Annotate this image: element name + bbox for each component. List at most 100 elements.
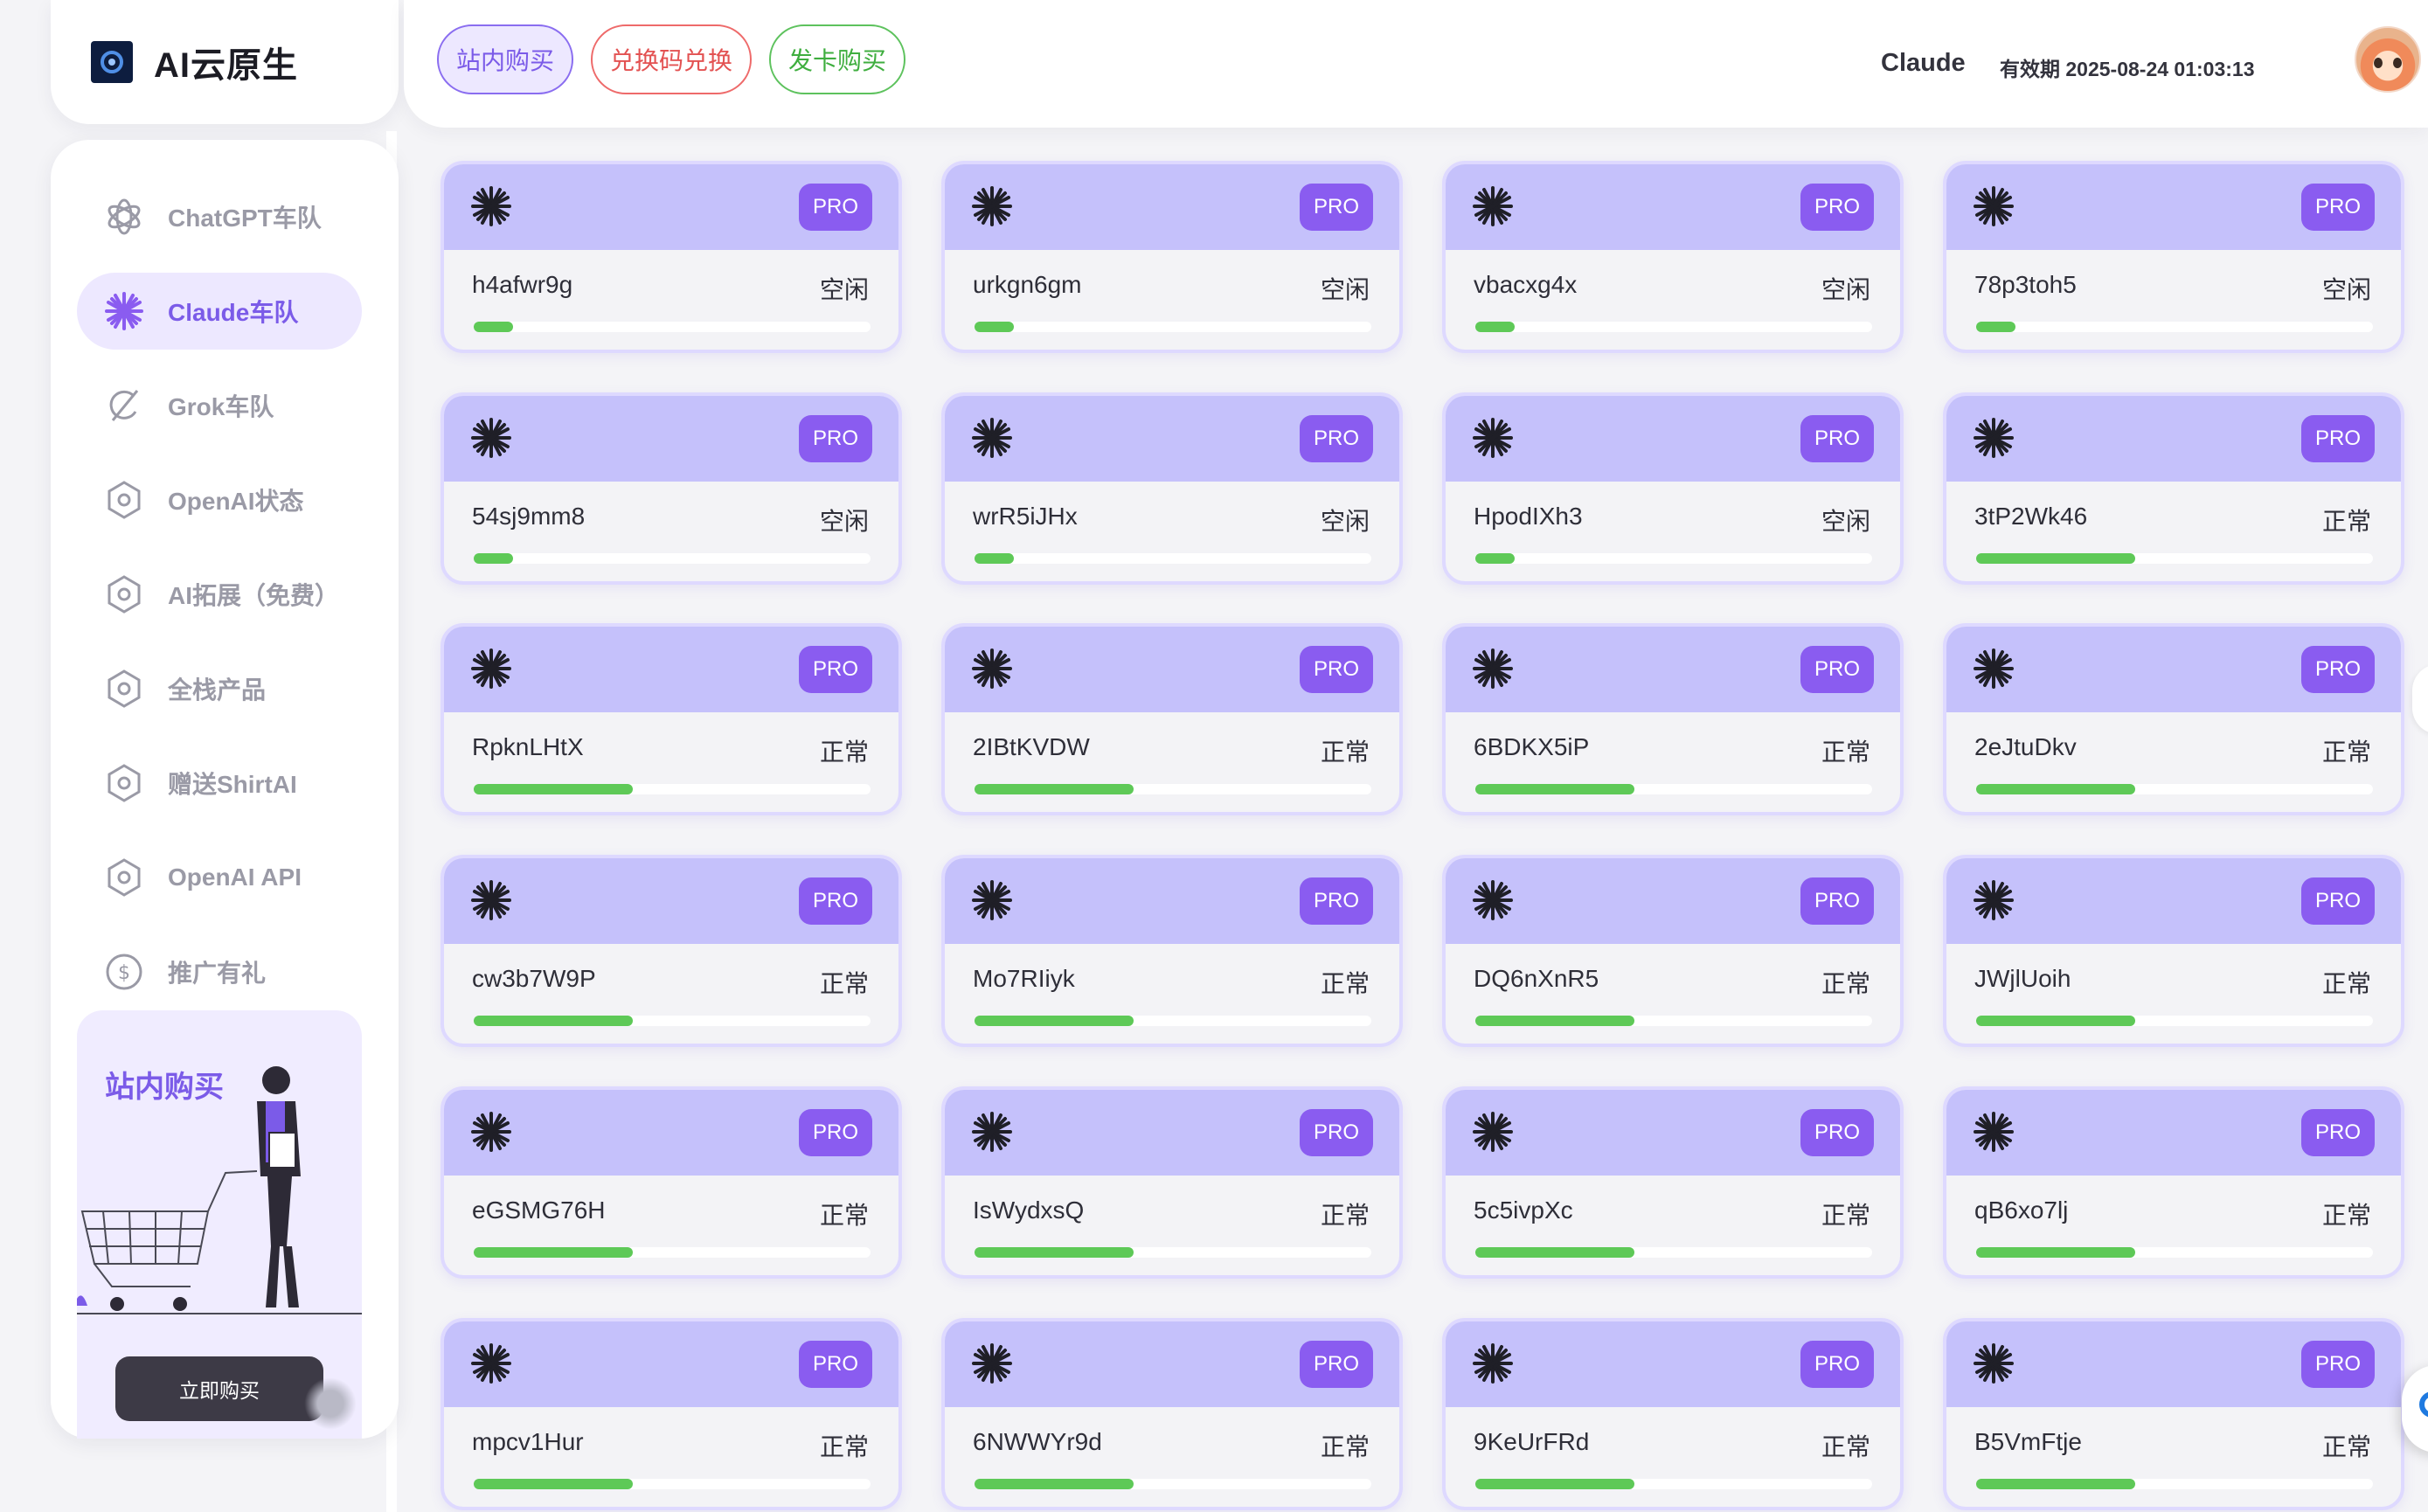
card-header: PRO bbox=[1446, 858, 1900, 944]
account-name: vbacxg4x bbox=[1474, 271, 1578, 298]
account-name: RpknLHtX bbox=[472, 733, 584, 760]
sidebar-item-chatgpt[interactable]: ChatGPT车队 bbox=[77, 178, 362, 255]
account-card[interactable]: PRO RpknLHtX 正常 bbox=[441, 623, 902, 815]
account-card[interactable]: PRO wrR5iJHx 空闲 bbox=[941, 392, 1403, 585]
account-card[interactable]: PRO 2eJtuDkv 正常 bbox=[1943, 623, 2404, 815]
sidebar-item-label: AI拓展（免费） bbox=[168, 582, 340, 609]
account-card[interactable]: PRO 78p3toh5 空闲 bbox=[1943, 161, 2404, 353]
account-card[interactable]: PRO 6NWWYr9d 正常 bbox=[941, 1318, 1403, 1510]
avatar-icon[interactable] bbox=[2355, 26, 2421, 93]
account-name: eGSMG76H bbox=[472, 1196, 606, 1224]
account-card[interactable]: PRO DQ6nXnR5 正常 bbox=[1442, 855, 1904, 1047]
floor-line bbox=[77, 1313, 362, 1314]
sidebar-item-referral[interactable]: $ 推广有礼 bbox=[77, 933, 362, 1010]
account-card[interactable]: PRO cw3b7W9P 正常 bbox=[441, 855, 902, 1047]
sidebar-item-label: Grok车队 bbox=[168, 393, 274, 420]
usage-progress-fill bbox=[474, 322, 514, 332]
account-name: h4afwr9g bbox=[472, 271, 573, 298]
usage-progress-fill bbox=[1976, 553, 2135, 564]
usage-progress-bar bbox=[1976, 1479, 2373, 1489]
claude-icon bbox=[471, 648, 511, 689]
pro-badge: PRO bbox=[2301, 1341, 2375, 1388]
usage-progress-bar bbox=[1475, 1016, 1872, 1026]
account-card[interactable]: PRO 2IBtKVDW 正常 bbox=[941, 623, 1403, 815]
pro-badge: PRO bbox=[2301, 1109, 2375, 1156]
card-header: PRO bbox=[444, 164, 898, 250]
account-card[interactable]: PRO qB6xo7lj 正常 bbox=[1943, 1086, 2404, 1279]
account-status: 正常 bbox=[2321, 1202, 2371, 1229]
expiry-date: 有效期 2025-08-24 01:03:13 bbox=[2000, 58, 2255, 80]
account-card[interactable]: PRO Mo7RIiyk 正常 bbox=[941, 855, 1403, 1047]
account-card[interactable]: PRO 3tP2Wk46 正常 bbox=[1943, 392, 2404, 585]
account-card[interactable]: PRO urkgn6gm 空闲 bbox=[941, 161, 1403, 353]
sidebar-item-grok[interactable]: Grok车队 bbox=[77, 367, 362, 444]
usage-progress-fill bbox=[474, 1016, 633, 1026]
account-card[interactable]: PRO HpodIXh3 空闲 bbox=[1442, 392, 1904, 585]
hexagon-icon bbox=[103, 857, 145, 898]
account-name: cw3b7W9P bbox=[472, 965, 596, 992]
account-card[interactable]: PRO B5VmFtje 正常 bbox=[1943, 1318, 2404, 1510]
sidebar-item-openai-api[interactable]: OpenAI API bbox=[77, 839, 362, 916]
claude-icon bbox=[1473, 186, 1513, 226]
card-header: PRO bbox=[1946, 1321, 2401, 1407]
claude-icon bbox=[972, 880, 1012, 920]
dollar-icon: $ bbox=[103, 951, 145, 993]
usage-progress-fill bbox=[1475, 1479, 1634, 1489]
account-card[interactable]: PRO 6BDKX5iP 正常 bbox=[1442, 623, 1904, 815]
sidebar-item-openai-status[interactable]: OpenAI状态 bbox=[77, 461, 362, 538]
account-card[interactable]: PRO JWjlUoih 正常 bbox=[1943, 855, 2404, 1047]
sidebar-item-claude[interactable]: Claude车队 bbox=[77, 273, 362, 350]
usage-progress-bar bbox=[975, 1479, 1371, 1489]
usage-progress-bar bbox=[1976, 553, 2373, 564]
usage-progress-bar bbox=[474, 553, 871, 564]
usage-progress-bar bbox=[975, 1016, 1371, 1026]
claude-icon bbox=[471, 418, 511, 458]
account-name: 3tP2Wk46 bbox=[1974, 503, 2088, 530]
usage-progress-fill bbox=[1976, 784, 2135, 794]
account-card[interactable]: PRO 5c5ivpXc 正常 bbox=[1442, 1086, 1904, 1279]
pro-badge: PRO bbox=[1300, 646, 1373, 693]
account-card[interactable]: PRO vbacxg4x 空闲 bbox=[1442, 161, 1904, 353]
buy-now-button[interactable]: 立即购买 bbox=[115, 1356, 323, 1421]
hexagon-icon bbox=[103, 668, 145, 710]
usage-progress-bar bbox=[1475, 1247, 1872, 1258]
edge-handle[interactable] bbox=[2412, 664, 2428, 734]
logo-card[interactable]: AI云原生 bbox=[51, 0, 399, 124]
sidebar-item-shirtai[interactable]: 赠送ShirtAI bbox=[77, 745, 362, 822]
account-card[interactable]: PRO mpcv1Hur 正常 bbox=[441, 1318, 902, 1510]
claude-icon bbox=[972, 186, 1012, 226]
sidebar-item-label: Claude车队 bbox=[168, 299, 299, 326]
claude-icon bbox=[972, 1112, 1012, 1152]
onsite-purchase-button[interactable]: 站内购买 bbox=[437, 24, 573, 94]
account-status: 正常 bbox=[1821, 970, 1870, 997]
hexagon-icon bbox=[103, 762, 145, 804]
pro-badge: PRO bbox=[2301, 184, 2375, 231]
account-status: 正常 bbox=[2321, 970, 2371, 997]
card-header: PRO bbox=[945, 858, 1399, 944]
account-card[interactable]: PRO IsWydxsQ 正常 bbox=[941, 1086, 1403, 1279]
pro-badge: PRO bbox=[1300, 877, 1373, 925]
card-purchase-button[interactable]: 发卡购买 bbox=[769, 24, 905, 94]
card-header: PRO bbox=[945, 396, 1399, 482]
usage-progress-bar bbox=[975, 322, 1371, 332]
promo-card: 站内购买 立即购买 bbox=[77, 1010, 362, 1439]
support-widget-icon[interactable] bbox=[2402, 1365, 2428, 1453]
usage-progress-bar bbox=[975, 784, 1371, 794]
account-card[interactable]: PRO h4afwr9g 空闲 bbox=[441, 161, 902, 353]
redeem-code-button[interactable]: 兑换码兑换 bbox=[591, 24, 752, 94]
account-name: wrR5iJHx bbox=[973, 503, 1078, 530]
card-header: PRO bbox=[1946, 627, 2401, 712]
account-card[interactable]: PRO 9KeUrFRd 正常 bbox=[1442, 1318, 1904, 1510]
pro-badge: PRO bbox=[799, 646, 872, 693]
sidebar-item-ai-extension[interactable]: AI拓展（免费） bbox=[77, 556, 362, 633]
account-status: 正常 bbox=[1821, 739, 1870, 766]
card-header: PRO bbox=[1946, 164, 2401, 250]
username: Claude bbox=[1881, 49, 1966, 77]
account-card[interactable]: PRO eGSMG76H 正常 bbox=[441, 1086, 902, 1279]
pro-badge: PRO bbox=[1300, 1109, 1373, 1156]
account-status: 空闲 bbox=[1821, 508, 1870, 535]
account-card[interactable]: PRO 54sj9mm8 空闲 bbox=[441, 392, 902, 585]
usage-progress-fill bbox=[975, 1016, 1134, 1026]
card-header: PRO bbox=[945, 627, 1399, 712]
sidebar-item-fullstack[interactable]: 全栈产品 bbox=[77, 650, 362, 727]
